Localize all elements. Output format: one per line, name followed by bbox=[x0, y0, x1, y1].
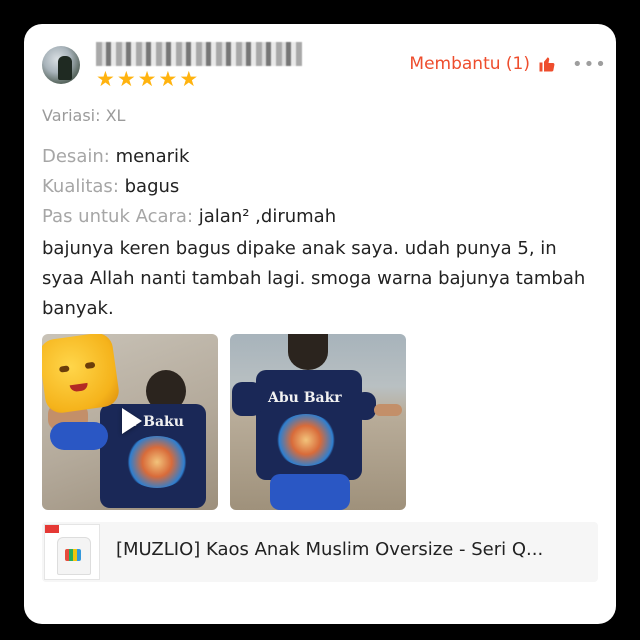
shirt-print bbox=[124, 436, 190, 488]
attribute-value: menarik bbox=[115, 146, 190, 167]
star-icon: ★ bbox=[137, 67, 157, 91]
attribute-label: Kualitas: bbox=[42, 176, 119, 197]
reviewer-username-blurred bbox=[96, 42, 302, 66]
review-text: bajunya keren bagus dipake anak saya. ud… bbox=[42, 238, 586, 319]
star-icon: ★ bbox=[116, 67, 136, 91]
thumbs-up-icon bbox=[539, 57, 555, 72]
play-icon bbox=[122, 408, 142, 434]
attribute-row: Pas untuk Acara: jalan² ,dirumah bbox=[42, 202, 336, 232]
product-name: [MUZLIO] Kaos Anak Muslim Oversize - Ser… bbox=[116, 539, 544, 560]
attribute-label: Pas untuk Acara: bbox=[42, 206, 194, 227]
helpful-label: Membantu (1) bbox=[409, 54, 530, 74]
review-card: ★ ★ ★ ★ ★ Membantu (1) ••• Variasi: XL D… bbox=[24, 24, 616, 624]
child-head bbox=[288, 334, 328, 370]
helpful-button[interactable]: Membantu (1) bbox=[409, 54, 556, 74]
reviewer-avatar[interactable] bbox=[42, 46, 80, 84]
shirt-text: Abu Bakr bbox=[268, 390, 342, 406]
review-attributes: Desain: menarik Kualitas: bagus Pas untu… bbox=[42, 142, 336, 232]
attribute-label: Desain: bbox=[42, 146, 110, 167]
emoji-mouth bbox=[69, 382, 89, 393]
avatar-figure bbox=[58, 56, 72, 80]
attribute-row: Desain: menarik bbox=[42, 142, 336, 172]
review-video-thumbnail[interactable]: er Baku bbox=[42, 334, 218, 510]
child-shorts bbox=[270, 474, 350, 510]
star-icon: ★ bbox=[96, 67, 115, 91]
review-image-thumbnail[interactable]: Abu Bakr bbox=[230, 334, 406, 510]
star-icon: ★ bbox=[179, 67, 199, 91]
shirt-print bbox=[274, 414, 338, 466]
star-icon: ★ bbox=[158, 67, 178, 91]
product-link[interactable]: [MUZLIO] Kaos Anak Muslim Oversize - Ser… bbox=[42, 522, 598, 582]
child-leg bbox=[50, 422, 108, 450]
child-sleeve-left bbox=[232, 382, 262, 416]
tshirt-print bbox=[65, 549, 81, 561]
product-badge bbox=[45, 525, 59, 533]
rating-stars: ★ ★ ★ ★ ★ bbox=[96, 68, 198, 90]
child-sleeve-right bbox=[354, 392, 376, 420]
attribute-value: bagus bbox=[124, 176, 180, 197]
attribute-value: jalan² ,dirumah bbox=[198, 206, 337, 227]
variation-text: Variasi: XL bbox=[42, 106, 126, 125]
child-arm bbox=[374, 404, 402, 416]
product-thumbnail bbox=[44, 524, 100, 580]
emoji-sticker bbox=[42, 334, 121, 415]
emoji-eye bbox=[84, 361, 96, 370]
emoji-eye bbox=[58, 365, 70, 373]
more-options-icon[interactable]: ••• bbox=[572, 54, 606, 78]
attribute-row: Kualitas: bagus bbox=[42, 172, 336, 202]
